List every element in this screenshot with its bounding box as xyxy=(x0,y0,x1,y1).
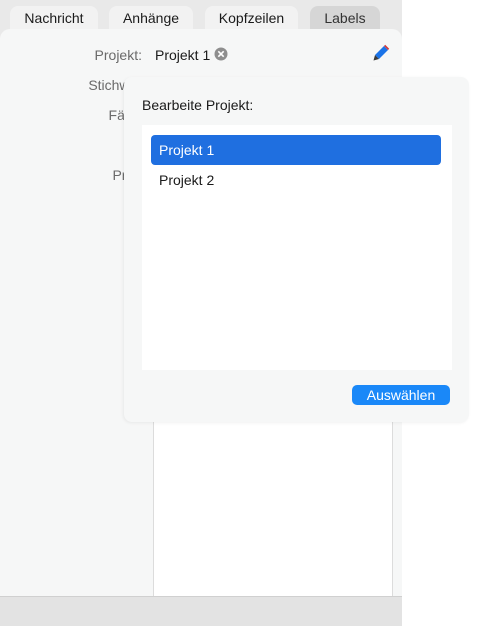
list-item-projekt-2[interactable]: Projekt 2 xyxy=(151,165,441,195)
tab-nachricht[interactable]: Nachricht xyxy=(10,6,98,30)
pencil-icon[interactable] xyxy=(372,44,390,62)
popover-title: Bearbeite Projekt: xyxy=(142,97,254,113)
tab-labels[interactable]: Labels xyxy=(310,6,380,30)
select-button[interactable]: Auswählen xyxy=(352,385,450,405)
list-item-projekt-1[interactable]: Projekt 1 xyxy=(151,135,441,165)
bottom-bar xyxy=(0,596,402,626)
notes-field[interactable] xyxy=(153,420,393,597)
tab-anhaenge[interactable]: Anhänge xyxy=(109,6,193,30)
project-label: Projekt: xyxy=(94,47,142,63)
project-value: Projekt 1 xyxy=(155,47,211,63)
clear-icon[interactable] xyxy=(214,47,228,61)
tab-kopfzeilen[interactable]: Kopfzeilen xyxy=(205,6,298,30)
